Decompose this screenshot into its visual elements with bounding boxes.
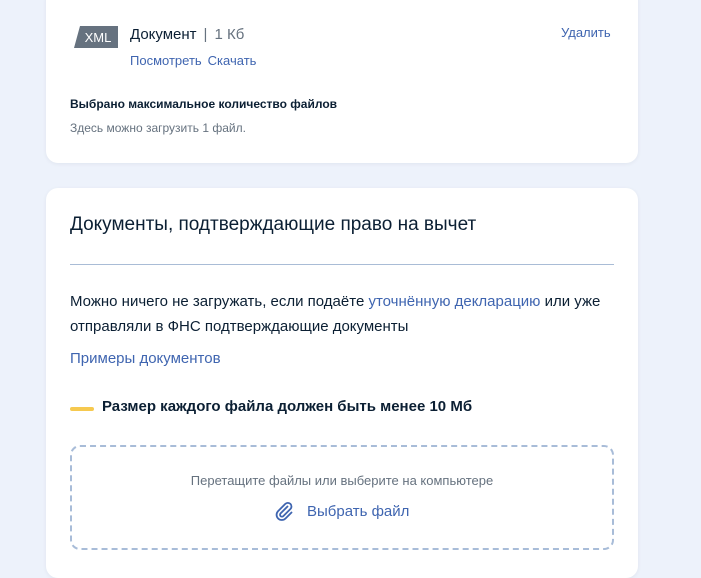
section-description: Можно ничего не загружать, если подаёте … <box>70 289 620 339</box>
amended-declaration-link[interactable]: уточнённую декларацию <box>368 293 540 310</box>
file-name: Документ <box>130 26 197 43</box>
file-separator: | <box>203 26 208 43</box>
dropzone-hint: Перетащите файлы или выберите на компьют… <box>190 473 494 488</box>
choose-file-label: Выбрать файл <box>307 502 410 520</box>
file-actions: Посмотреть Скачать <box>130 53 262 68</box>
view-file-link[interactable]: Посмотреть <box>130 53 202 68</box>
choose-file-button[interactable]: Выбрать файл <box>274 501 409 521</box>
max-files-subtitle: Здесь можно загрузить 1 файл. <box>70 121 246 135</box>
deduction-documents-card: Документы, подтверждающие право на вычет… <box>46 188 638 578</box>
max-files-title: Выбрано максимальное количество файлов <box>70 97 338 111</box>
download-file-link[interactable]: Скачать <box>208 53 257 68</box>
uploaded-file-card: XML Документ | 1 Кб Посмотреть Скачать Удал… <box>46 0 638 163</box>
file-size-warning: Размер каждого файла должен быть менее 1… <box>102 398 473 415</box>
file-dropzone[interactable]: Перетащите файлы или выберите на компьют… <box>70 445 614 550</box>
section-title: Документы, подтверждающие право на вычет <box>70 214 477 235</box>
description-text-1: Можно ничего не загружать, если подаёте <box>70 293 369 310</box>
paperclip-icon <box>274 501 294 521</box>
divider <box>70 264 614 265</box>
xml-file-icon: XML <box>74 26 118 48</box>
warning-accent-bar <box>70 407 94 411</box>
svg-text:XML: XML <box>85 30 112 45</box>
document-examples-link[interactable]: Примеры документов <box>70 350 221 367</box>
file-info: Документ | 1 Кб <box>130 26 244 43</box>
delete-file-link[interactable]: Удалить <box>561 25 611 40</box>
file-size: 1 Кб <box>214 26 245 43</box>
